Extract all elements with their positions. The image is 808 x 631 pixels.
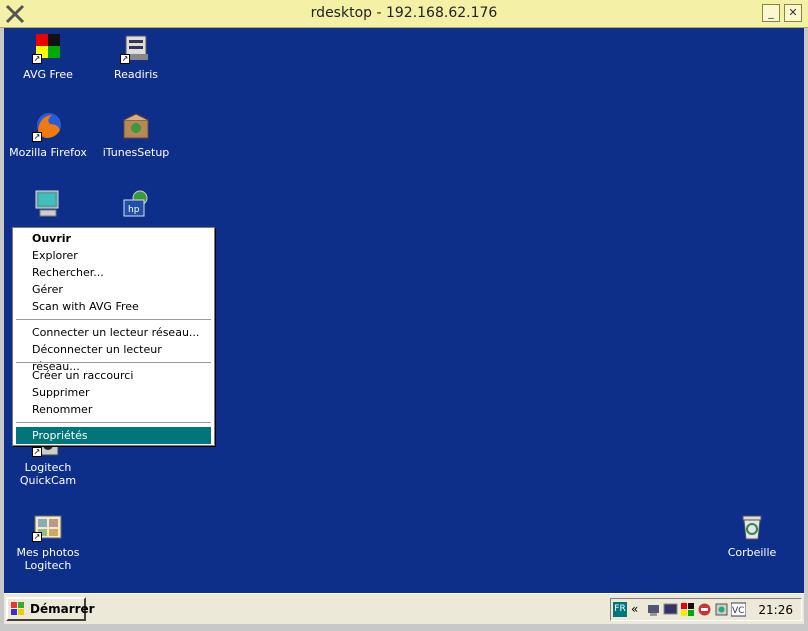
desktop-icon-label: iTunesSetup: [102, 146, 170, 159]
windows-flag-icon: [11, 602, 24, 615]
menu-item-ouvrir[interactable]: Ouvrir: [16, 230, 211, 247]
context-menu: Ouvrir Explorer Rechercher... Gérer Scan…: [12, 227, 215, 446]
menu-item-scan-avg[interactable]: Scan with AVG Free: [16, 298, 211, 315]
language-indicator[interactable]: FR: [613, 602, 627, 617]
window-title: rdesktop - 192.168.62.176: [310, 5, 498, 21]
menu-item-rechercher[interactable]: Rechercher...: [16, 264, 211, 281]
desktop-icon-label: Corbeille: [727, 546, 777, 559]
desktop-icon-label: Mes photos Logitech: [16, 546, 80, 572]
clock[interactable]: 21:26: [758, 603, 793, 617]
menu-item-proprietes[interactable]: Propriétés: [16, 427, 211, 444]
avg-icon: ↗: [32, 32, 64, 64]
close-button[interactable]: ✕: [784, 4, 802, 22]
desktop-icon-firefox[interactable]: ↗ Mozilla Firefox: [6, 110, 90, 159]
readiris-icon: ↗: [120, 32, 152, 64]
desktop-icon-corbeille[interactable]: Corbeille: [710, 510, 794, 559]
taskbar: Démarrer FR « VC 21:26: [4, 593, 804, 624]
window-frame-bottom: [0, 624, 808, 631]
svg-text:hp: hp: [128, 205, 140, 215]
display-icon[interactable]: [663, 602, 678, 617]
desktop-icon-avg[interactable]: ↗ AVG Free: [6, 32, 90, 81]
menu-separator: [16, 422, 211, 424]
menu-item-gerer[interactable]: Gérer: [16, 281, 211, 298]
desktop-icon-hp[interactable]: hp: [94, 188, 178, 224]
desktop-icon-mes-photos-logitech[interactable]: ↗ Mes photos Logitech: [6, 510, 90, 572]
recycle-bin-icon: [736, 510, 768, 542]
minimize-button[interactable]: _: [762, 4, 780, 22]
start-label: Démarrer: [30, 602, 95, 616]
my-computer-icon: [32, 188, 64, 220]
desktop-icon-label: Mozilla Firefox: [9, 146, 87, 159]
desktop-icon-readiris[interactable]: ↗ Readiris: [94, 32, 178, 81]
menu-item-supprimer[interactable]: Supprimer: [16, 384, 211, 401]
svg-text:VC: VC: [732, 606, 744, 616]
desktop-icon-label: AVG Free: [23, 68, 73, 81]
desktop-icon-label: Logitech QuickCam: [19, 461, 77, 487]
network-icon[interactable]: [646, 602, 661, 617]
menu-item-connecter-lecteur[interactable]: Connecter un lecteur réseau...: [16, 324, 211, 341]
desktop-icon-itunes-setup[interactable]: iTunesSetup: [94, 110, 178, 159]
itunes-setup-icon: [120, 110, 152, 142]
avg-tray-icon[interactable]: [680, 602, 695, 617]
menu-item-renommer[interactable]: Renommer: [16, 401, 211, 418]
menu-separator: [16, 362, 211, 364]
vc-tray-icon[interactable]: VC: [731, 602, 746, 617]
menu-item-creer-raccourci[interactable]: Créer un raccourci: [16, 367, 211, 384]
desktop-icon-label: Readiris: [113, 68, 158, 81]
device-tray-icon[interactable]: [714, 602, 729, 617]
tray-chevron-button[interactable]: «: [631, 602, 638, 617]
start-button[interactable]: Démarrer: [6, 597, 95, 621]
photos-icon: ↗: [32, 510, 64, 542]
menu-separator: [16, 319, 211, 321]
window-title-bar[interactable]: rdesktop - 192.168.62.176 _ ✕: [0, 0, 808, 28]
desktop-icon-my-computer[interactable]: [6, 188, 90, 224]
menu-item-deconnecter-lecteur[interactable]: Déconnecter un lecteur réseau...: [16, 341, 211, 373]
system-tray: FR « VC 21:26: [610, 598, 802, 621]
security-tray-icon[interactable]: [697, 602, 712, 617]
firefox-icon: ↗: [32, 110, 64, 142]
menu-item-explorer[interactable]: Explorer: [16, 247, 211, 264]
hp-icon: hp: [120, 188, 152, 220]
